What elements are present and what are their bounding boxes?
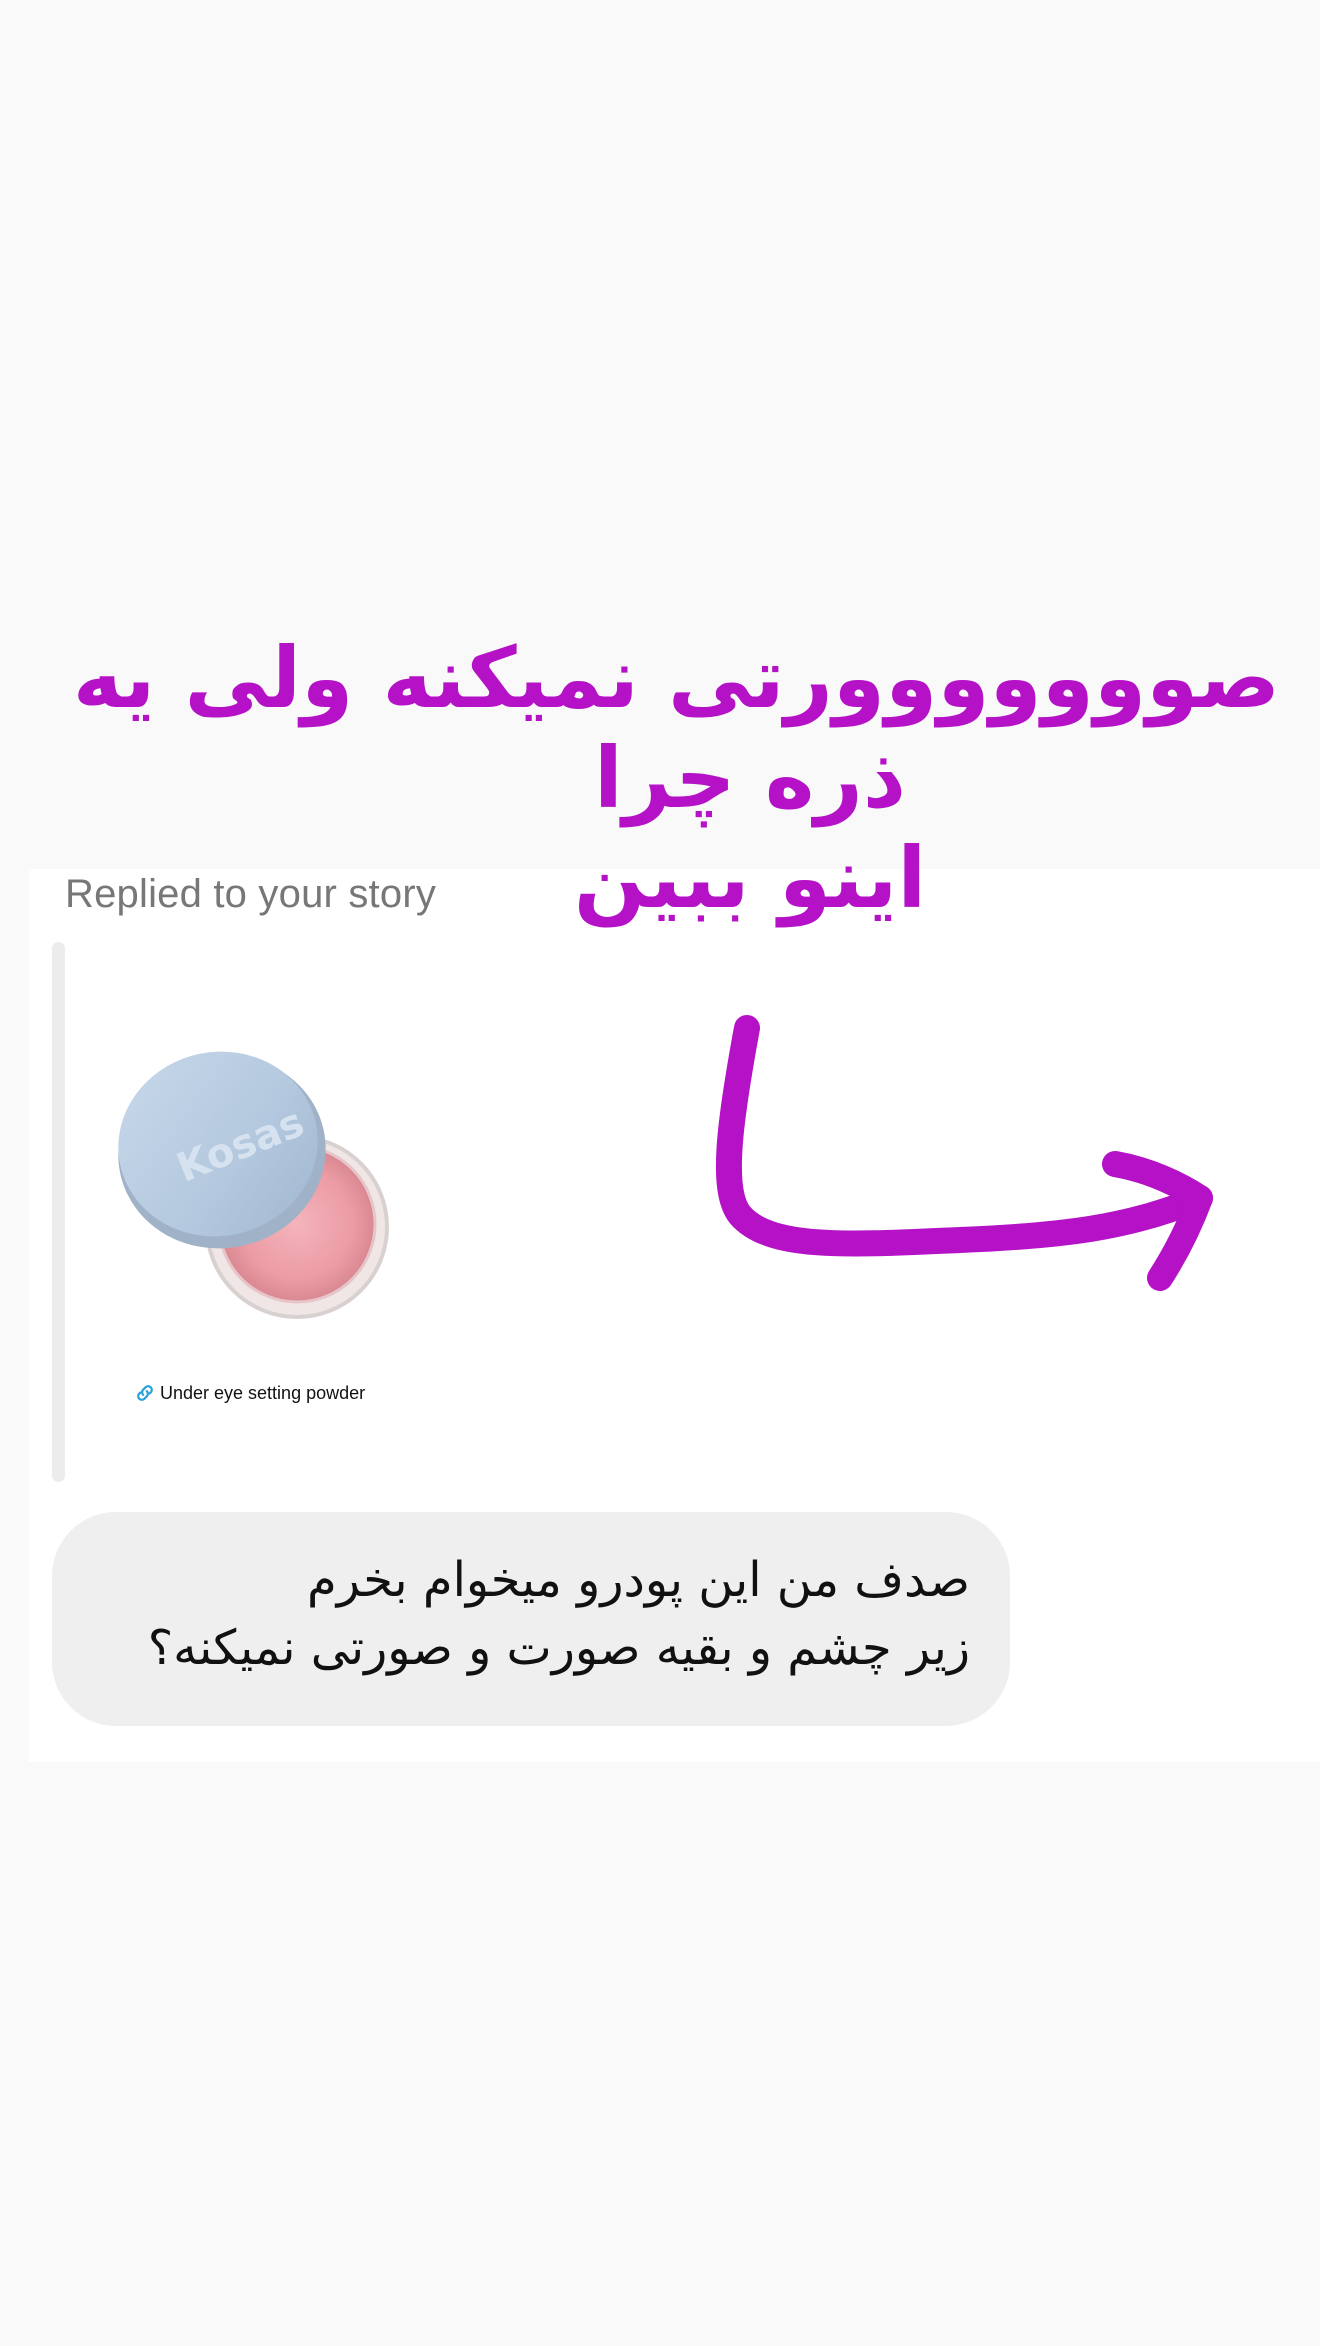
link-icon: [137, 1385, 153, 1401]
story-reply-screen: Replied to your story Kosas Under eye se…: [0, 0, 1320, 2346]
message-line-2: زیر چشم و بقیه صورت و صورتی نمیکنه؟: [147, 1620, 970, 1676]
link-sticker[interactable]: Under eye setting powder: [134, 1382, 365, 1404]
overlay-line-2: ذره چرا: [594, 729, 906, 827]
overlay-line-1: صووووووورتی نمیکنه ولی یه: [72, 629, 1280, 727]
story-overlay-text: صووووووورتی نمیکنه ولی یه ذره چرا اینو ب…: [72, 628, 1280, 928]
reply-quote-bar: [52, 942, 65, 1482]
story-preview[interactable]: Kosas Under eye setting powder: [92, 990, 432, 1450]
message-bubble[interactable]: صدف من این پودرو میخوام بخرم زیر چشم و ب…: [52, 1512, 1010, 1726]
hand-drawn-arrow-icon: [715, 1015, 1213, 1291]
link-sticker-text: Under eye setting powder: [160, 1382, 366, 1403]
overlay-line-3: اینو ببین: [573, 829, 927, 927]
powder-jar-image: Kosas: [118, 1051, 389, 1319]
